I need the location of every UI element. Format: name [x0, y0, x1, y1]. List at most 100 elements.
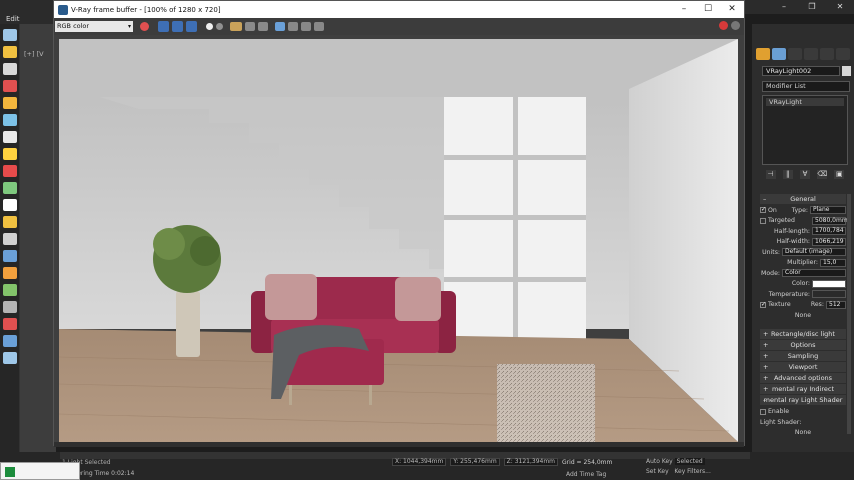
modifier-stack-item[interactable]: VRayLight — [766, 98, 844, 106]
selection-set-dropdown[interactable]: Selected — [674, 458, 705, 465]
texture-map-button[interactable]: None — [795, 312, 811, 319]
targeted-checkbox[interactable] — [760, 217, 766, 224]
rollout-general[interactable]: – General — [760, 194, 846, 204]
left-tool-icon[interactable] — [3, 352, 17, 364]
left-tool-icon[interactable] — [3, 199, 17, 211]
left-tool-icon[interactable] — [3, 131, 17, 143]
x-coordinate-field[interactable]: X: 1044,394mm — [392, 458, 447, 466]
left-tool-icon[interactable] — [3, 335, 17, 347]
auto-key-button[interactable]: Auto Key — [646, 458, 673, 465]
half-width-field[interactable]: 1066,219 — [812, 237, 846, 246]
left-tool-icon[interactable] — [3, 148, 17, 160]
blue-channel-button[interactable] — [186, 21, 197, 32]
targeted-distance-field[interactable]: 5080,0mm — [812, 216, 848, 225]
left-tool-icon[interactable] — [3, 301, 17, 313]
modifier-list-dropdown[interactable]: Modifier List — [762, 81, 850, 92]
key-filters-button[interactable]: Key Filters... — [674, 468, 711, 475]
rollout-sampling[interactable]: + Sampling — [760, 350, 846, 361]
left-tool-icon[interactable] — [3, 80, 17, 92]
color-picker-icon[interactable] — [140, 22, 149, 31]
window-mullion-h2 — [444, 215, 586, 220]
type-dropdown[interactable]: Plane — [810, 206, 846, 215]
set-key-button[interactable]: Set Key — [646, 468, 669, 475]
left-tool-icon[interactable] — [3, 165, 17, 177]
left-tool-icon[interactable] — [3, 284, 17, 296]
enable-checkbox[interactable] — [760, 408, 766, 415]
configure-modifier-sets-button[interactable]: ▣ — [834, 170, 845, 179]
rollout-viewport[interactable]: + Viewport — [760, 361, 846, 372]
region-render-icon[interactable] — [288, 22, 298, 31]
vfb-minimize-button[interactable]: – — [672, 1, 696, 18]
left-tool-icon[interactable] — [3, 216, 17, 228]
left-tool-icon[interactable] — [3, 97, 17, 109]
vfb-maximize-button[interactable]: ☐ — [696, 1, 720, 18]
modifier-stack[interactable]: VRayLight — [762, 95, 848, 165]
left-tool-icon[interactable] — [3, 267, 17, 279]
menu-edit[interactable]: Edit — [0, 15, 26, 23]
display-tab-icon[interactable] — [820, 48, 834, 60]
track-mouse-icon[interactable] — [275, 22, 285, 31]
color-swatch[interactable] — [812, 279, 846, 288]
z-coordinate-field[interactable]: Z: 3121,394mm — [503, 458, 559, 466]
half-length-field[interactable]: 1700,784 — [812, 227, 846, 236]
vfb-titlebar: V-Ray frame buffer - [100% of 1280 x 720… — [54, 1, 744, 18]
on-checkbox[interactable]: ✓ — [760, 207, 766, 214]
light-shader-button[interactable]: None — [795, 429, 811, 436]
res-field[interactable]: 512 — [826, 300, 846, 309]
left-tool-icon[interactable] — [3, 318, 17, 330]
channel-dropdown[interactable]: RGB color ▾ — [55, 21, 133, 32]
viewport-label[interactable]: [+] [V — [24, 50, 44, 58]
green-channel-button[interactable] — [172, 21, 183, 32]
max-minimize-button[interactable]: – — [770, 0, 798, 14]
object-color-swatch[interactable] — [842, 66, 851, 76]
half-length-label: Half-length: — [773, 227, 810, 235]
rollout-rectangle-disc-light[interactable]: + Rectangle/disc light — [760, 328, 846, 339]
multiplier-field[interactable]: 15,0 — [820, 258, 846, 267]
pin-stack-button[interactable]: ⊣ — [765, 170, 776, 179]
coordinate-display: X: 1044,394mm Y: 255,476mm Z: 3121,394mm… — [392, 458, 612, 466]
left-tool-icon[interactable] — [3, 233, 17, 245]
viewport[interactable] — [20, 24, 56, 452]
command-panel-scrollbar[interactable] — [847, 194, 851, 434]
hierarchy-tab-icon[interactable] — [788, 48, 802, 60]
color-label: Color: — [791, 280, 810, 288]
units-dropdown[interactable]: Default (image) — [782, 248, 846, 257]
modify-tab-icon[interactable] — [772, 48, 786, 60]
texture-checkbox[interactable]: ✓ — [760, 301, 766, 308]
rollout-mr-light-shader[interactable]: – mental ray Light Shader — [760, 394, 846, 405]
y-coordinate-field[interactable]: Y: 255,476mm — [450, 458, 500, 466]
max-close-button[interactable]: ✕ — [826, 0, 854, 14]
stop-render-icon[interactable] — [719, 21, 728, 30]
vfb-close-button[interactable]: ✕ — [720, 1, 744, 18]
remove-modifier-button[interactable]: ⌫ — [817, 170, 828, 179]
alpha-channel-icon[interactable] — [206, 23, 213, 30]
render-icon[interactable] — [731, 21, 740, 30]
add-time-tag-button[interactable]: Add Time Tag — [566, 471, 606, 478]
max-maximize-button[interactable]: ❐ — [798, 0, 826, 14]
show-end-result-button[interactable]: ‖ — [782, 170, 793, 179]
mode-dropdown[interactable]: Color — [782, 269, 846, 278]
red-channel-button[interactable] — [158, 21, 169, 32]
link-to-vfb-icon[interactable] — [314, 22, 324, 31]
object-name-field[interactable]: VRayLight002 — [762, 66, 840, 76]
make-unique-button[interactable]: ∀ — [799, 170, 810, 179]
taskbar-thumbnail[interactable] — [0, 462, 80, 480]
monochrome-icon[interactable] — [216, 23, 223, 30]
clear-image-icon[interactable] — [258, 22, 268, 31]
save-image-icon[interactable] — [230, 22, 242, 31]
rollout-advanced-options[interactable]: + Advanced options — [760, 372, 846, 383]
left-tool-icon[interactable] — [3, 250, 17, 262]
left-tool-icon[interactable] — [3, 29, 17, 41]
left-tool-icon[interactable] — [3, 63, 17, 75]
load-image-icon[interactable] — [245, 22, 255, 31]
left-tool-icon[interactable] — [3, 114, 17, 126]
left-tool-icon[interactable] — [3, 46, 17, 58]
rollout-options[interactable]: + Options — [760, 339, 846, 350]
create-tab-icon[interactable] — [756, 48, 770, 60]
rollout-mr-indirect-illumination[interactable]: +mental ray Indirect Illumination — [760, 383, 846, 403]
left-tool-icon[interactable] — [3, 182, 17, 194]
render-last-icon[interactable] — [301, 22, 311, 31]
utilities-tab-icon[interactable] — [836, 48, 850, 60]
motion-tab-icon[interactable] — [804, 48, 818, 60]
app-icon — [5, 467, 15, 477]
